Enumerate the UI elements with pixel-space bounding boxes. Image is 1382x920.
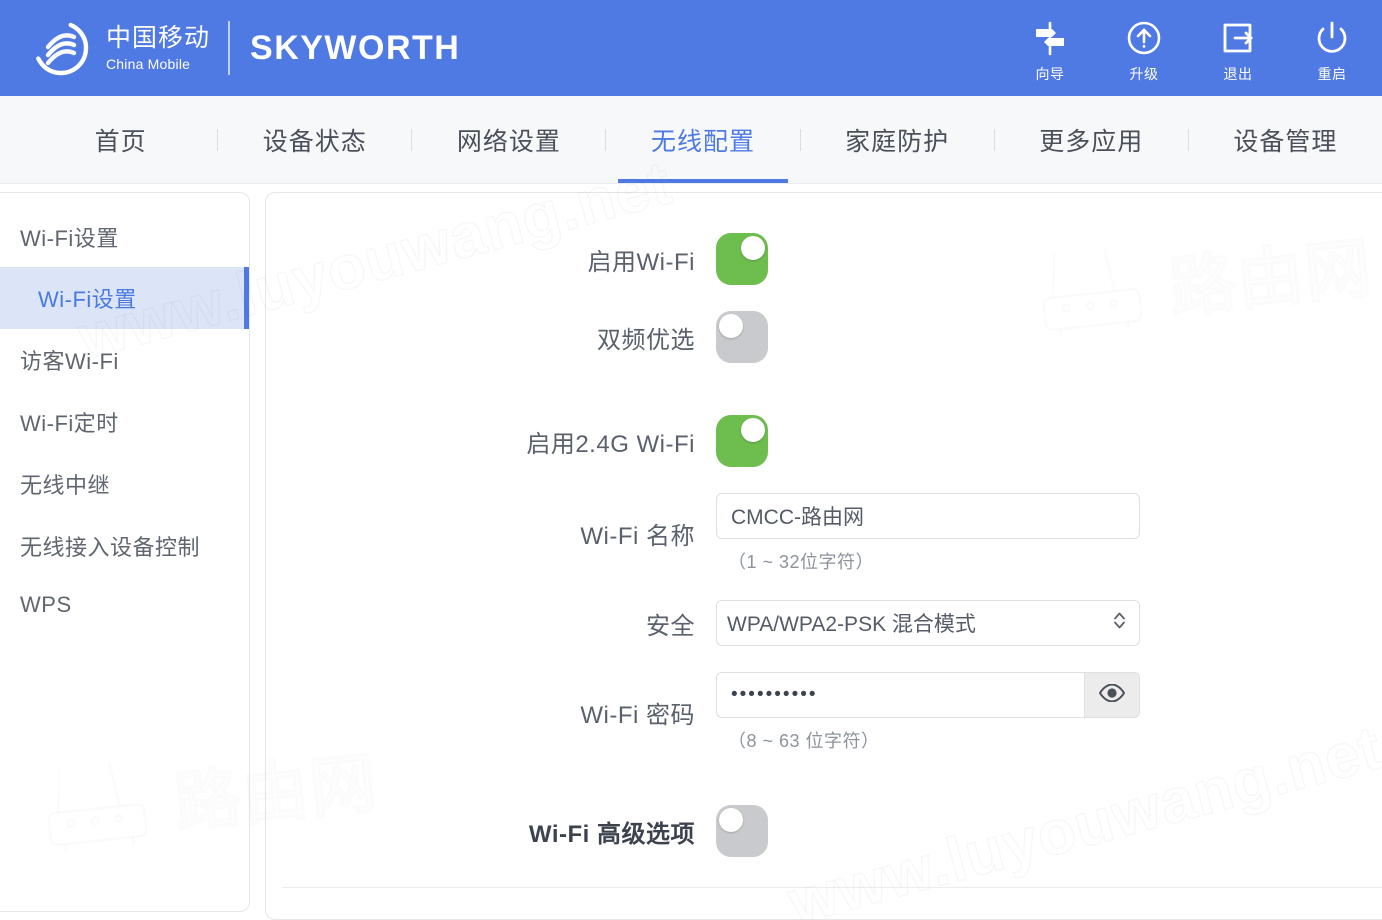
tab-home-label: 首页 [94, 127, 147, 156]
password-group [716, 672, 1140, 718]
sidebar-item-guest-wifi[interactable]: 访客Wi-Fi [0, 329, 249, 391]
eye-icon [1098, 682, 1126, 707]
enable-wifi-toggle[interactable] [716, 233, 768, 285]
toggle-knob [719, 314, 743, 338]
wizard-label: 向导 [1035, 66, 1065, 82]
toggle-knob [719, 808, 743, 832]
wizard-button[interactable]: 向导 [1022, 18, 1078, 84]
row-enable-wifi: 启用Wi-Fi [266, 233, 1382, 285]
tab-family-protection-label: 家庭防护 [845, 127, 950, 156]
row-password: Wi-Fi 密码 （8 ~ 63 位字符） [266, 672, 1382, 753]
tab-family-protection[interactable]: 家庭防护 [801, 96, 994, 183]
china-mobile-wordmark: 中国移动 China Mobile [106, 23, 211, 72]
security-select[interactable]: WPA/WPA2-PSK 混合模式 [716, 600, 1140, 646]
main-nav: 首页 设备状态 网络设置 无线配置 家庭防护 更多应用 设备管理 [0, 96, 1382, 184]
ssid-input[interactable] [716, 493, 1140, 539]
sidebar-group-title: Wi-Fi设置 [20, 226, 119, 251]
sidebar-item-wifi-schedule[interactable]: Wi-Fi定时 [0, 391, 249, 453]
sidebar-item-label: 访客Wi-Fi [20, 349, 119, 374]
advanced-options-toggle[interactable] [716, 805, 768, 857]
nav-tab-list: 首页 设备状态 网络设置 无线配置 家庭防护 更多应用 设备管理 [0, 96, 1382, 183]
logout-button[interactable]: 退出 [1210, 18, 1266, 84]
row-ssid: Wi-Fi 名称 （1 ~ 32位字符） [266, 493, 1382, 574]
password-label: Wi-Fi 密码 [580, 702, 695, 729]
row-dual-band: 双频优选 [266, 311, 1382, 363]
toggle-knob [741, 418, 765, 442]
password-input[interactable] [716, 672, 1084, 718]
upgrade-arrow-icon [1124, 18, 1164, 58]
exit-icon [1218, 18, 1258, 58]
brand-en-name: China Mobile [106, 55, 191, 72]
tab-device-management-label: 设备管理 [1233, 127, 1338, 156]
dual-band-label: 双频优选 [597, 326, 695, 354]
dual-band-toggle[interactable] [716, 311, 768, 363]
section-divider [282, 887, 1382, 888]
brand-divider [228, 21, 231, 75]
sidebar-item-wifi-settings[interactable]: Wi-Fi设置 [0, 267, 249, 329]
tab-more-apps[interactable]: 更多应用 [995, 96, 1188, 183]
sidebar-item-label: WPS [20, 592, 72, 617]
sidebar-item-wps[interactable]: WPS [0, 577, 249, 633]
enable-24g-label: 启用2.4G Wi-Fi [526, 430, 695, 458]
security-select-value: WPA/WPA2-PSK 混合模式 [727, 613, 976, 636]
tab-device-management[interactable]: 设备管理 [1189, 96, 1382, 183]
sidebar-item-label: 无线中继 [20, 473, 111, 498]
sidebar-item-label: Wi-Fi设置 [38, 287, 137, 312]
wifi-settings-panel: 启用Wi-Fi 双频优选 启用2.4G Wi-Fi Wi-Fi 名称 CMCC-… [265, 192, 1382, 920]
tab-more-apps-label: 更多应用 [1039, 127, 1144, 156]
row-advanced-options: Wi-Fi 高级选项 [266, 805, 1382, 857]
password-hint: （8 ~ 63 位字符） [728, 731, 880, 751]
tab-device-status-label: 设备状态 [262, 127, 367, 156]
brand-block: 中国移动 China Mobile [32, 19, 210, 77]
sidebar-item-label: Wi-Fi定时 [20, 411, 119, 436]
upgrade-label: 升级 [1129, 66, 1159, 82]
sidebar-item-wireless-relay[interactable]: 无线中继 [0, 453, 249, 515]
header-actions: 向导 升级 退出 重启 [1022, 12, 1360, 84]
tab-network-settings[interactable]: 网络设置 [412, 96, 605, 183]
logout-label: 退出 [1223, 66, 1253, 82]
password-visibility-button[interactable] [1084, 672, 1140, 718]
power-icon [1312, 18, 1352, 58]
upgrade-button[interactable]: 升级 [1116, 18, 1172, 84]
enable-24g-toggle[interactable] [716, 415, 768, 467]
enable-wifi-label: 启用Wi-Fi [587, 248, 695, 276]
security-label: 安全 [646, 612, 695, 640]
sidebar-item-label: 无线接入设备控制 [20, 535, 201, 560]
toggle-knob [741, 236, 765, 260]
sidebar-item-access-control[interactable]: 无线接入设备控制 [0, 515, 249, 577]
advanced-options-label: Wi-Fi 高级选项 [528, 820, 695, 848]
tab-wireless-config-label: 无线配置 [650, 127, 755, 156]
tab-home[interactable]: 首页 [24, 96, 217, 183]
ssid-label: Wi-Fi 名称 [580, 523, 695, 550]
sidebar: Wi-Fi设置 Wi-Fi设置 访客Wi-Fi Wi-Fi定时 无线中继 无线接… [0, 192, 250, 912]
signpost-icon [1030, 18, 1070, 58]
china-mobile-swirl-logo [32, 19, 90, 77]
row-enable-24g: 启用2.4G Wi-Fi [266, 415, 1382, 467]
ssid-hint: （1 ~ 32位字符） [728, 552, 875, 572]
tab-network-settings-label: 网络设置 [456, 127, 561, 156]
tab-wireless-config[interactable]: 无线配置 [606, 96, 799, 183]
row-security: 安全 WPA/WPA2-PSK 混合模式 [266, 600, 1382, 646]
skyworth-wordmark: SKYWORTH [250, 28, 461, 67]
reboot-button[interactable]: 重启 [1304, 18, 1360, 84]
tab-device-status[interactable]: 设备状态 [218, 96, 411, 183]
page-body: Wi-Fi设置 Wi-Fi设置 访客Wi-Fi Wi-Fi定时 无线中继 无线接… [0, 184, 1382, 920]
reboot-label: 重启 [1317, 66, 1347, 82]
brand-cn-name: 中国移动 [106, 23, 211, 52]
app-header: 中国移动 China Mobile SKYWORTH 向导 升级 退出 重启 [0, 0, 1382, 96]
